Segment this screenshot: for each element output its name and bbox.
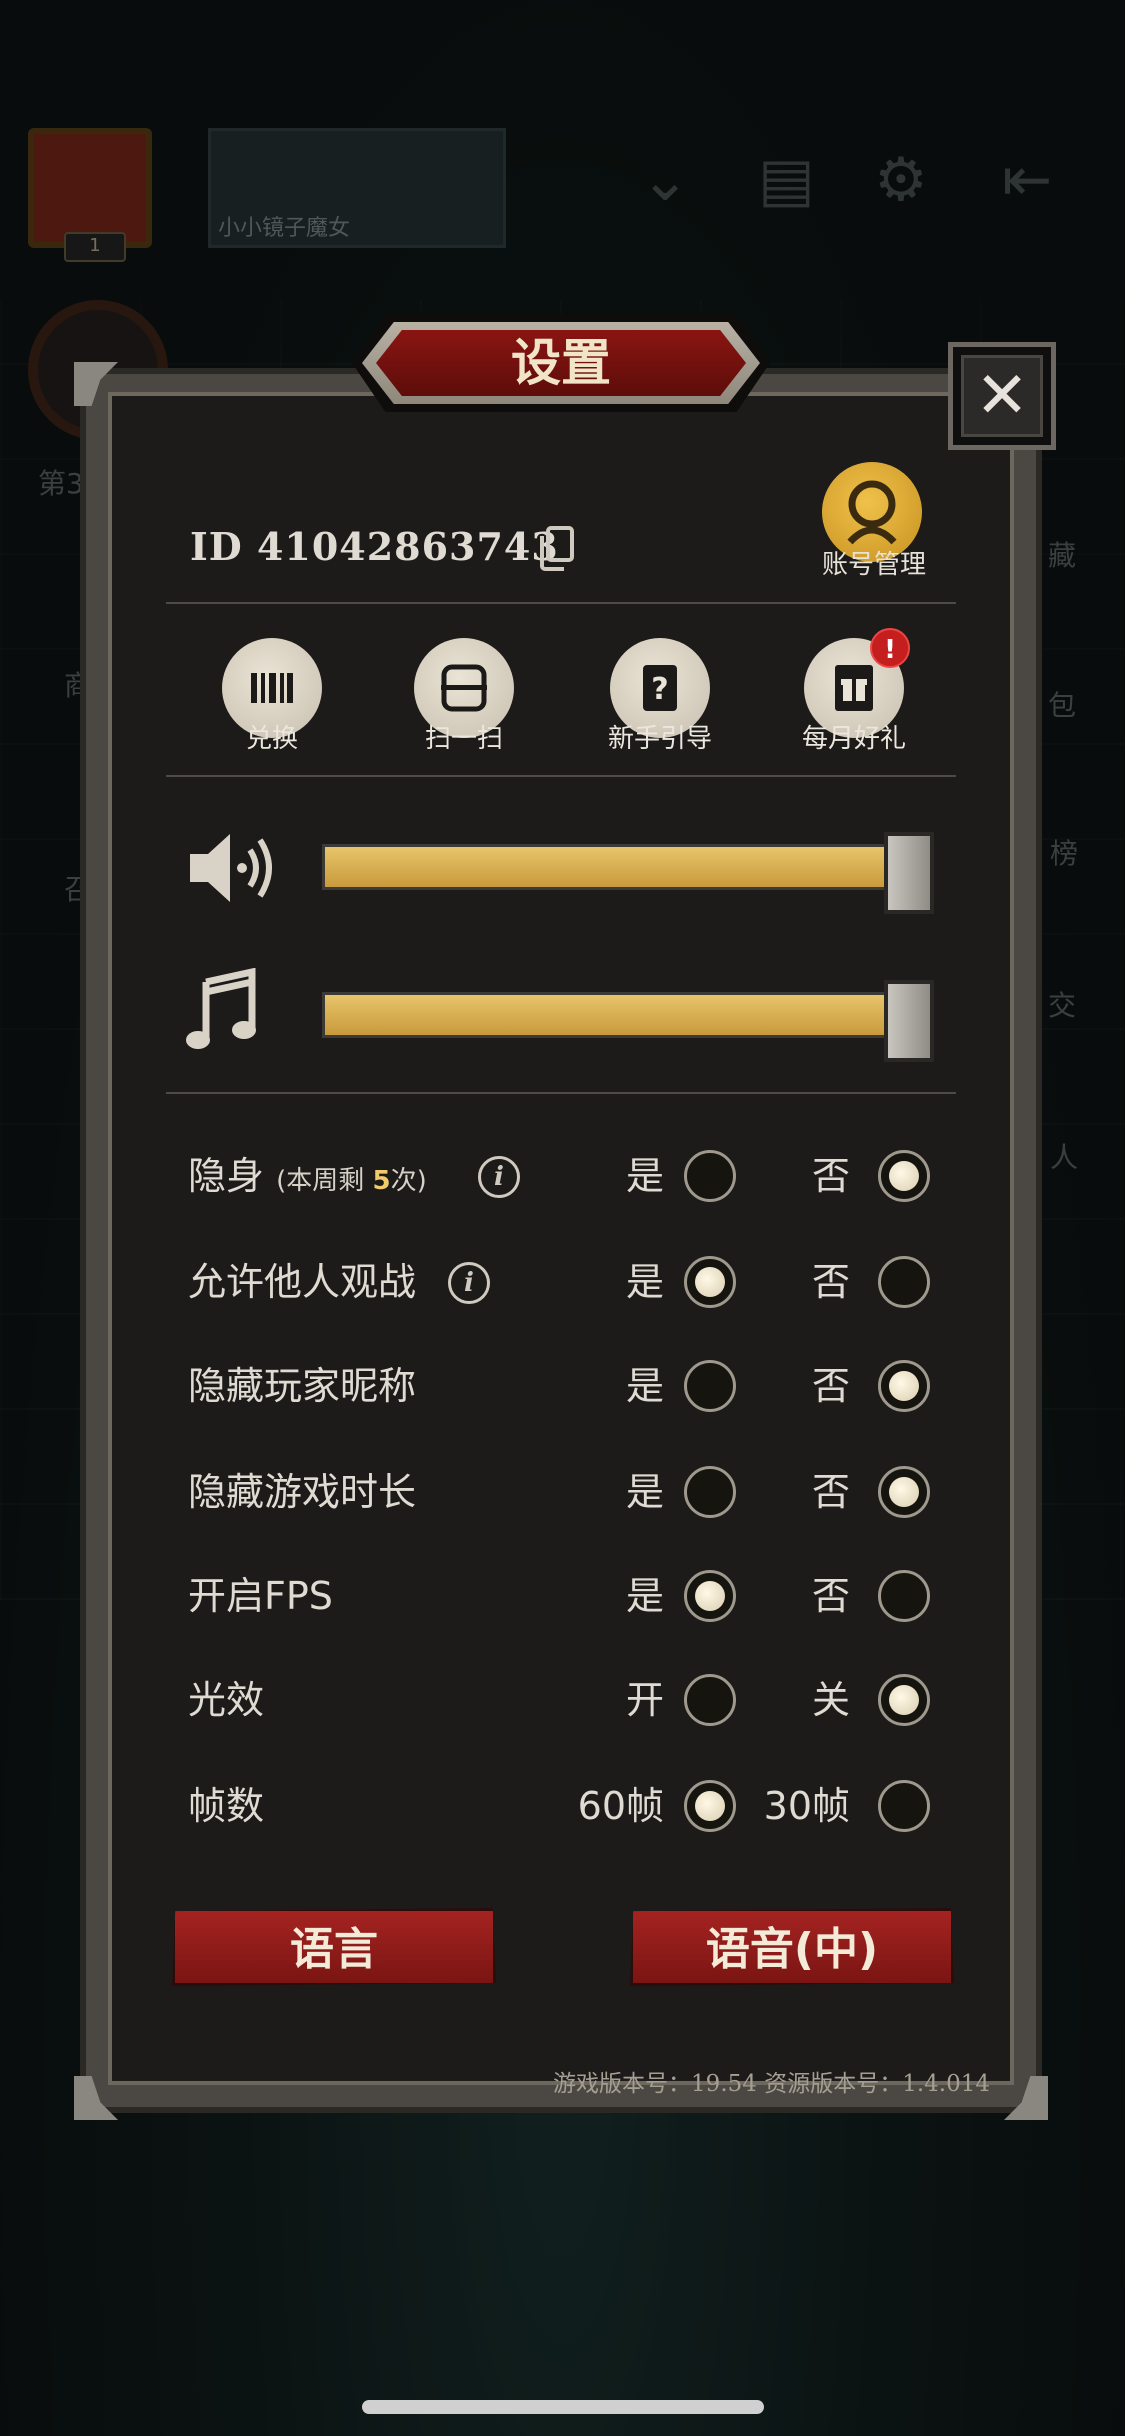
notification-badge: ! [870, 628, 910, 668]
radio-yes[interactable] [684, 1780, 736, 1832]
radio-yes[interactable] [684, 1466, 736, 1518]
yes-label: 60帧 [577, 1784, 664, 1828]
slider-handle[interactable] [884, 832, 934, 914]
language-button[interactable]: 语言 [172, 1908, 496, 1986]
no-label: 30帧 [763, 1784, 850, 1828]
svg-text:?: ? [651, 672, 668, 707]
barcode-icon [251, 673, 293, 703]
copy-icon[interactable] [536, 526, 576, 572]
gift-icon [835, 665, 873, 711]
radio-yes[interactable] [684, 1256, 736, 1308]
yes-label: 是 [625, 1154, 664, 1198]
close-icon: ✕ [961, 355, 1043, 437]
option-label-spectate: 允许他人观战 [188, 1260, 417, 1304]
voice-language-button[interactable]: 语音(中) [630, 1908, 954, 1986]
no-label: 否 [811, 1574, 850, 1618]
slider-handle[interactable] [884, 980, 934, 1062]
no-label: 否 [811, 1364, 850, 1408]
radio-no[interactable] [878, 1256, 930, 1308]
yes-label: 是 [625, 1260, 664, 1304]
radio-yes[interactable] [684, 1570, 736, 1622]
radio-no[interactable] [878, 1674, 930, 1726]
option-title: 隐身 [188, 1154, 265, 1198]
no-label: 关 [811, 1678, 850, 1722]
radio-yes[interactable] [684, 1150, 736, 1202]
beginner-guide-label: 新手引导 [607, 724, 712, 754]
radio-yes[interactable] [684, 1360, 736, 1412]
radio-no[interactable] [878, 1360, 930, 1412]
remaining-count: 5 [372, 1166, 391, 1196]
player-id: ID 41042863743 [190, 524, 559, 569]
dialog-title: 设置 [511, 333, 611, 392]
sound-volume-slider[interactable] [322, 832, 934, 914]
no-label: 否 [811, 1470, 850, 1514]
scan-icon [441, 664, 487, 712]
info-icon[interactable]: i [448, 1262, 490, 1304]
home-indicator[interactable] [362, 2400, 764, 2414]
account-management-label: 账号管理 [821, 550, 926, 580]
remaining-suffix: 次) [390, 1166, 427, 1196]
option-label-fps: 开启FPS [188, 1574, 333, 1618]
divider [166, 602, 956, 604]
slider-fill [325, 847, 891, 887]
radio-no[interactable] [878, 1780, 930, 1832]
option-label-hide-nickname: 隐藏玩家昵称 [188, 1364, 417, 1408]
radio-yes[interactable] [684, 1674, 736, 1726]
yes-label: 是 [625, 1470, 664, 1514]
redeem-label: 兑换 [245, 724, 298, 754]
option-label-invisible: 隐身 (本周剩 5次) [188, 1152, 427, 1205]
info-icon[interactable]: i [478, 1156, 520, 1198]
no-label: 否 [811, 1154, 850, 1198]
close-button[interactable]: ✕ [948, 342, 1056, 450]
yes-label: 是 [625, 1574, 664, 1618]
slider-fill [325, 995, 891, 1035]
option-label-light-effect: 光效 [188, 1678, 265, 1722]
option-label-frame-rate: 帧数 [188, 1784, 265, 1828]
scan-label: 扫一扫 [424, 724, 503, 754]
divider [166, 1092, 956, 1094]
monthly-gift-label: 每月好礼 [801, 724, 906, 754]
invisible-remaining: (本周剩 5次) [276, 1166, 427, 1196]
remaining-prefix: (本周剩 [276, 1166, 373, 1196]
radio-no[interactable] [878, 1570, 930, 1622]
yes-label: 是 [625, 1364, 664, 1408]
version-info: 游戏版本号：19.54 资源版本号：1.4.014 [553, 2071, 990, 2097]
music-volume-slider[interactable] [322, 980, 934, 1062]
radio-no[interactable] [878, 1466, 930, 1518]
music-icon [186, 968, 256, 1049]
option-label-hide-playtime: 隐藏游戏时长 [188, 1470, 417, 1514]
divider [166, 775, 956, 777]
yes-label: 开 [625, 1678, 664, 1722]
sound-icon [190, 834, 272, 902]
help-book-icon: ? [643, 665, 677, 711]
radio-no[interactable] [878, 1150, 930, 1202]
no-label: 否 [811, 1260, 850, 1304]
